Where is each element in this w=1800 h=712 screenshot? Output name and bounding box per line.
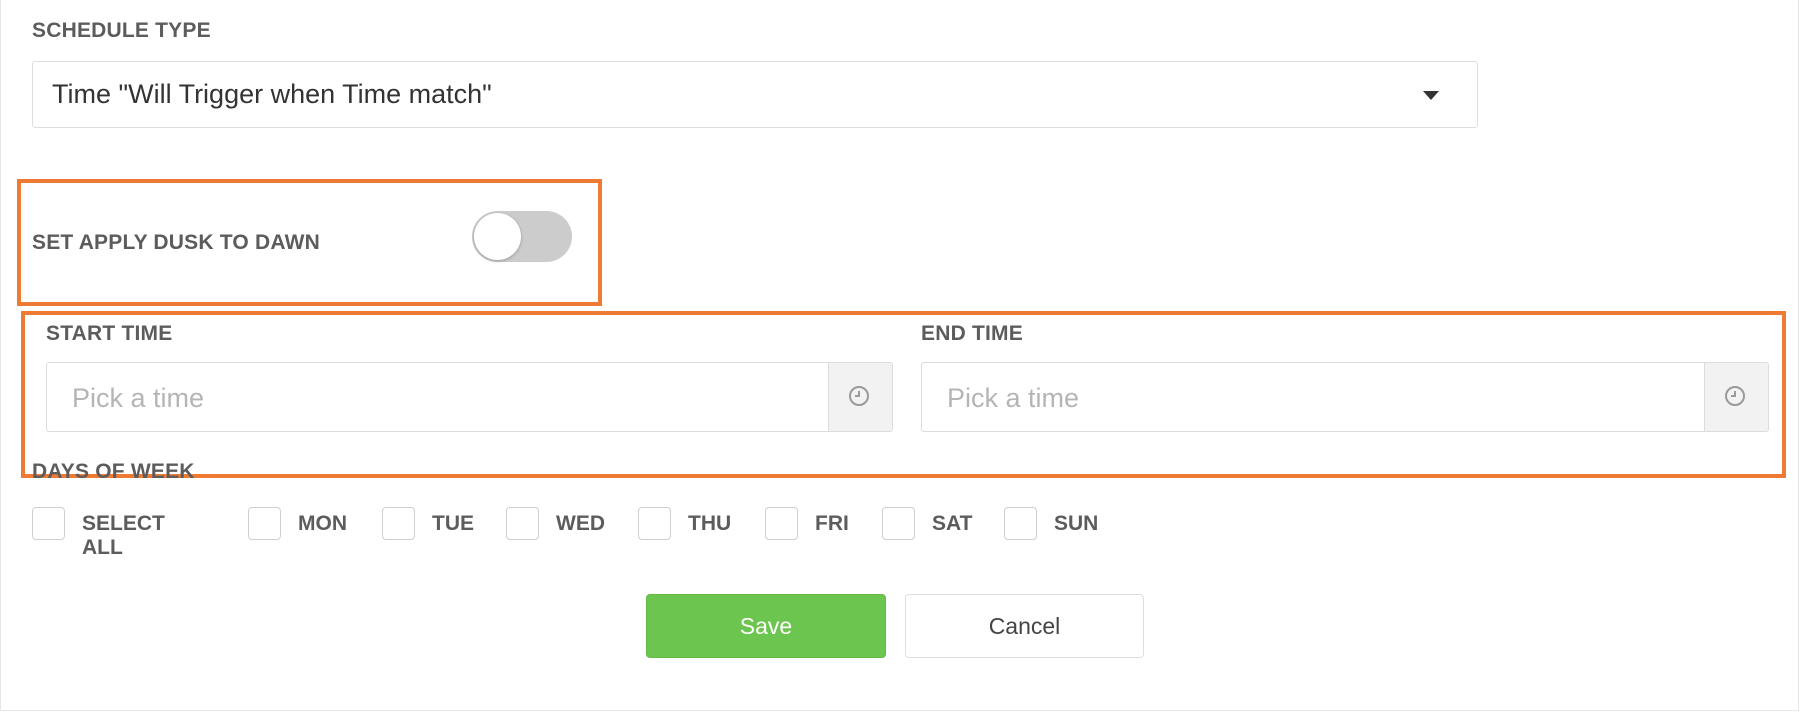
start-time-label: START TIME (46, 322, 173, 345)
end-time-placeholder: Pick a time (947, 383, 1080, 413)
start-time-placeholder: Pick a time (72, 383, 205, 413)
save-button[interactable]: Save (646, 594, 886, 658)
checkbox-mon[interactable] (248, 507, 281, 540)
checkbox-label-wed: WED (556, 512, 605, 535)
toggle-knob (474, 213, 521, 260)
dusk-to-dawn-label: SET APPLY DUSK TO DAWN (32, 231, 320, 254)
checkbox-thu[interactable] (638, 507, 671, 540)
checkbox-sun[interactable] (1004, 507, 1037, 540)
checkbox-tue[interactable] (382, 507, 415, 540)
checkbox-label-thu: THU (688, 512, 732, 535)
caret-down-icon (1423, 91, 1439, 100)
end-time-label: END TIME (921, 322, 1023, 345)
checkbox-select-all[interactable] (32, 507, 65, 540)
clock-icon (1725, 386, 1745, 406)
end-time-field[interactable]: Pick a time (921, 362, 1769, 432)
checkbox-fri[interactable] (765, 507, 798, 540)
schedule-type-select[interactable]: Time "Will Trigger when Time match" (32, 61, 1478, 128)
clock-icon (849, 386, 869, 406)
checkbox-label-tue: TUE (432, 512, 474, 535)
checkbox-label-sun: SUN (1054, 512, 1099, 535)
checkbox-label-select-all: SELECT ALL (82, 512, 165, 559)
start-time-picker-button[interactable] (828, 363, 892, 431)
start-time-field[interactable]: Pick a time (46, 362, 893, 432)
dusk-to-dawn-toggle[interactable] (472, 211, 572, 262)
checkbox-label-sat: SAT (932, 512, 973, 535)
cancel-button[interactable]: Cancel (905, 594, 1144, 658)
schedule-type-label: SCHEDULE TYPE (32, 19, 211, 42)
checkbox-label-mon: MON (298, 512, 347, 535)
days-of-week-label: DAYS OF WEEK (32, 460, 195, 483)
end-time-picker-button[interactable] (1704, 363, 1768, 431)
checkbox-label-fri: FRI (815, 512, 849, 535)
checkbox-wed[interactable] (506, 507, 539, 540)
schedule-type-value: Time "Will Trigger when Time match" (52, 79, 492, 109)
checkbox-sat[interactable] (882, 507, 915, 540)
